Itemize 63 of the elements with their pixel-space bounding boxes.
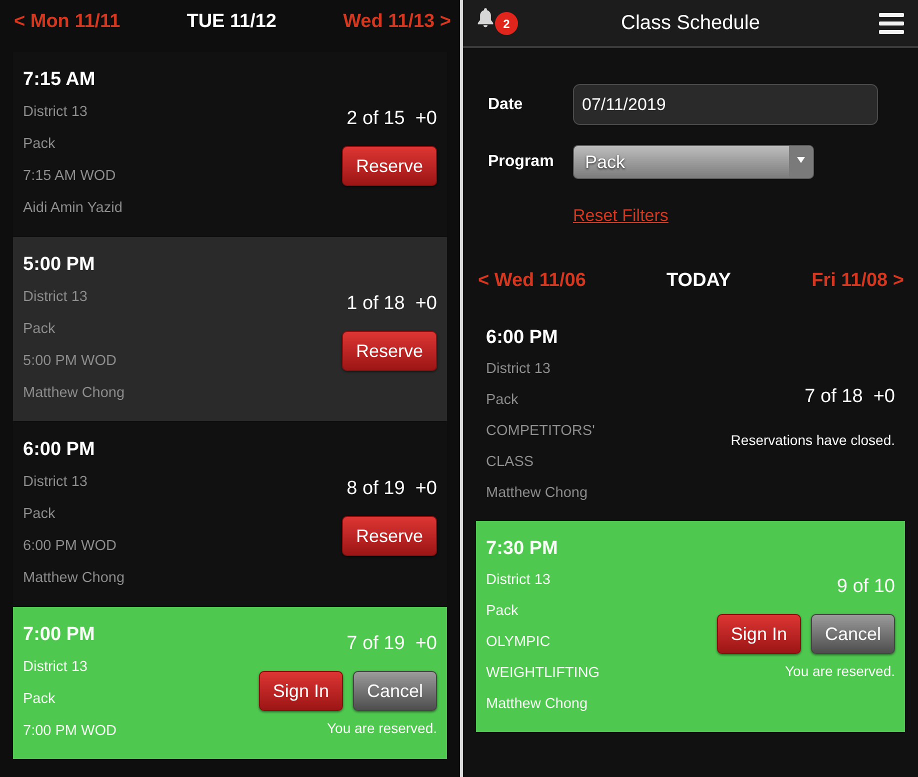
spots-count: 7 of 18 +0 xyxy=(804,384,895,408)
current-day-label: TODAY xyxy=(666,268,731,292)
class-time: 7:30 PM xyxy=(486,536,559,560)
spots-count: 2 of 15 +0 xyxy=(346,106,437,130)
cancel-button[interactable]: Cancel xyxy=(352,671,437,711)
location-text: District 13 xyxy=(23,658,88,677)
spots-count: 8 of 19 +0 xyxy=(346,476,437,500)
class-name-text: 7:00 PM WOD xyxy=(23,722,118,741)
header-title: Class Schedule xyxy=(621,11,760,36)
coach-name: Aidi Amin Yazid xyxy=(23,199,124,218)
program-label: Program xyxy=(488,152,555,172)
reserve-button[interactable]: Reserve xyxy=(342,146,437,186)
location-text: District 13 xyxy=(486,570,552,590)
spots-count: 9 of 10 xyxy=(836,575,895,599)
class-name-text: OLYMPIC WEIGHTLIFTING xyxy=(486,632,601,682)
previous-day-link[interactable]: < Mon 11/11 xyxy=(14,10,120,34)
date-field[interactable]: 07/11/2019 xyxy=(573,84,878,125)
next-day-link[interactable]: Wed 11/13 > xyxy=(343,10,451,34)
sign-in-button[interactable]: Sign In xyxy=(258,671,343,711)
program-text: Pack xyxy=(23,135,56,154)
class-name-text: 6:00 PM WOD xyxy=(23,537,118,556)
location-text: District 13 xyxy=(486,360,552,378)
program-text: Pack xyxy=(486,390,520,410)
location-text: District 13 xyxy=(23,288,88,307)
program-text: Pack xyxy=(23,320,56,339)
class-card[interactable]: 7:30 PM District 13 Pack OLYMPIC WEIGHTLIFTING Matthew Chong 9 of 10 Sign In Cancel You are reserved. xyxy=(476,520,905,732)
reserve-button[interactable]: Reserve xyxy=(342,516,437,556)
reservation-status-text: You are reserved. xyxy=(785,662,895,681)
coach-name: Matthew Chong xyxy=(486,484,589,502)
current-day-label: TUE 11/12 xyxy=(186,10,276,34)
reservation-status-text: Reservations have closed. xyxy=(730,430,895,450)
notification-badge: 2 xyxy=(495,12,518,35)
class-name-text: COMPETITORS' CLASS xyxy=(486,422,596,472)
cancel-button[interactable]: Cancel xyxy=(810,614,895,654)
program-text: Pack xyxy=(486,602,520,620)
class-time: 5:00 PM xyxy=(23,253,96,277)
dropdown-arrow-icon[interactable] xyxy=(789,146,813,178)
menu-icon[interactable] xyxy=(879,12,904,34)
class-name-text: 5:00 PM WOD xyxy=(23,352,118,371)
location-text: District 13 xyxy=(23,473,88,492)
next-day-link[interactable]: Fri 11/08 > xyxy=(812,268,904,292)
class-card[interactable]: 7:00 PM District 13 Pack 7:00 PM WOD 7 of 19 +0 Sign In Cancel You are reserved. xyxy=(13,607,447,759)
previous-day-link[interactable]: < Wed 11/06 xyxy=(478,268,586,292)
coach-name: Matthew Chong xyxy=(486,694,589,714)
location-text: District 13 xyxy=(23,103,88,122)
class-time: 6:00 PM xyxy=(486,326,559,350)
reserve-button[interactable]: Reserve xyxy=(342,330,437,370)
class-time: 7:15 AM xyxy=(23,68,96,92)
date-label: Date xyxy=(488,94,524,114)
bell-icon[interactable] xyxy=(477,7,494,28)
class-time: 6:00 PM xyxy=(23,438,96,462)
class-card[interactable]: 5:00 PM District 13 Pack 5:00 PM WOD Matthew Chong 1 of 18 +0 Reserve xyxy=(13,237,447,421)
coach-name: Matthew Chong xyxy=(23,384,126,403)
sign-in-button[interactable]: Sign In xyxy=(716,614,801,654)
reservation-status-text: You are reserved. xyxy=(327,719,437,738)
spots-count: 1 of 18 +0 xyxy=(346,292,437,316)
class-name-text: 7:15 AM WOD xyxy=(23,167,117,186)
spots-count: 7 of 19 +0 xyxy=(346,632,437,656)
coach-name: Matthew Chong xyxy=(23,569,126,588)
program-text: Pack xyxy=(23,690,56,709)
class-time: 7:00 PM xyxy=(23,623,96,647)
program-text: Pack xyxy=(23,505,56,524)
reset-filters-link[interactable]: Reset Filters xyxy=(573,203,668,228)
